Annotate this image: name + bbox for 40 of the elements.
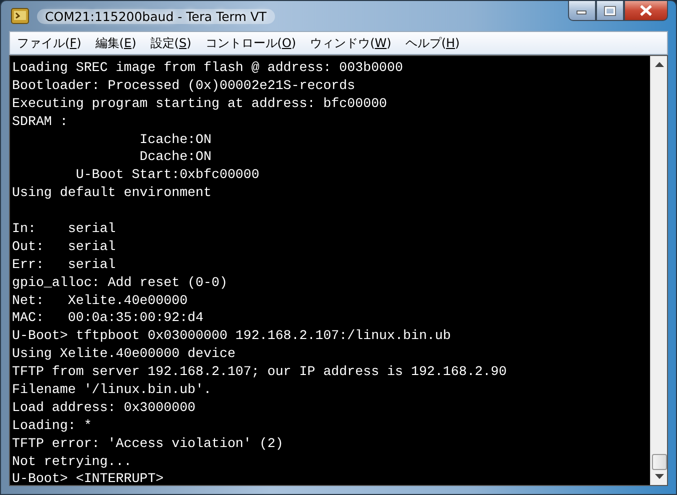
terminal-line: Dcache:ON (138, 149, 212, 164)
terminal-line: TFTP from server 192.168.2.107; our IP address is 192.168.2.90 (12, 364, 507, 380)
terminal-line: U-Boot Start:0xbfc00000 (74, 167, 260, 182)
maximize-icon (604, 6, 616, 16)
terminal-line: Err: serial (12, 256, 116, 272)
terminal-line: Using default environment (12, 185, 212, 200)
maximize-button[interactable] (596, 1, 624, 21)
terminal-line: Executing program starting at address: bfc00000 (12, 96, 388, 111)
scroll-up-icon[interactable] (654, 62, 664, 67)
terminal-line: gpio_alloc: Add reset (0-0) (12, 274, 228, 290)
menu-item[interactable]: ファイル(F) (12, 34, 90, 52)
terminal-line: In: serial (12, 221, 116, 236)
vertical-scrollbar[interactable] (650, 56, 667, 485)
terminal-line: Net: Xelite.40e00000 (12, 292, 188, 308)
close-icon (639, 5, 653, 16)
menu-item[interactable]: ウィンドウ(W) (305, 34, 400, 52)
terminal-line: SDRAM : (12, 114, 68, 129)
menu-item[interactable]: コントロール(O) (200, 34, 306, 52)
terminal-line: Filename '/linux.bin.ub'. (12, 382, 212, 398)
terminal-line: U-Boot> <INTERRUPT> (12, 471, 164, 485)
terminal-line: U-Boot> tftpboot 0x03000000 192.168.2.107:/linux.bin.ub (12, 328, 451, 344)
terminal-line: TFTP error: 'Access violation' (2) (12, 436, 284, 451)
terminal-line: Loading SREC image from flash @ address: 003b0000 (12, 60, 403, 75)
menu-item[interactable]: 編集(E) (90, 34, 146, 52)
terminal-line: MAC: 00:0a:35:00:92:d4 (12, 310, 204, 326)
close-button[interactable] (624, 1, 668, 21)
terminal-line: Out: serial (12, 238, 116, 254)
terminal-line: Load address: 0x3000000 (12, 400, 196, 415)
scroll-down-icon[interactable] (654, 474, 664, 479)
window-title: COM21:115200baud - Tera Term VT (37, 8, 275, 24)
menu-item[interactable]: 設定(S) (145, 34, 200, 52)
minimize-button[interactable] (568, 1, 596, 21)
menu-item[interactable]: ヘルプ(H) (400, 34, 469, 52)
terminal-line: Not retrying... (12, 454, 132, 469)
scroll-thumb[interactable] (652, 454, 666, 470)
terminal-icon (11, 8, 29, 24)
terminal-line: Using Xelite.40e00000 device (12, 346, 236, 362)
terminal-line: Loading: * (12, 418, 92, 433)
terminal-line: Icache:ON (138, 132, 212, 147)
terminal-line: Bootloader: Processed (0x)00002e21S-records (12, 78, 356, 93)
